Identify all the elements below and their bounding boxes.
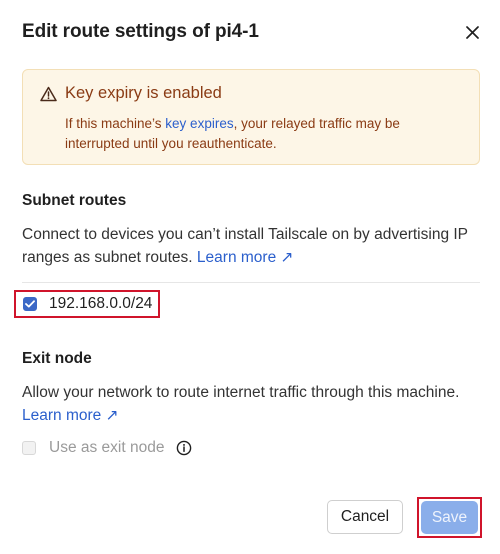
subnet-route-checkbox[interactable] (23, 297, 37, 311)
subnet-route-label: 192.168.0.0/24 (49, 295, 153, 312)
subnet-routes-title: Subnet routes (22, 192, 127, 209)
subnet-learn-more-link[interactable]: Learn more ↗ (197, 249, 294, 266)
warning-text-before: If this machine’s (65, 116, 166, 131)
warning-triangle-icon (40, 86, 57, 101)
exit-node-description: Allow your network to route internet tra… (22, 381, 482, 427)
subnet-routes-description: Connect to devices you can’t install Tai… (22, 223, 482, 269)
close-icon (465, 25, 479, 39)
exit-node-title: Exit node (22, 350, 92, 367)
close-button[interactable] (460, 20, 484, 44)
warning-message: If this machine’s key expires, your rela… (65, 114, 465, 154)
warning-title: Key expiry is enabled (65, 84, 222, 102)
exit-node-description-text: Allow your network to route internet tra… (22, 384, 460, 401)
warning-header: Key expiry is enabled (40, 84, 222, 103)
exit-node-checkbox-label: Use as exit node (49, 439, 165, 456)
checkmark-icon (25, 300, 35, 308)
save-button[interactable]: Save (421, 501, 478, 534)
key-expiry-warning: Key expiry is enabled If this machine’s … (22, 69, 480, 165)
key-expires-link[interactable]: key expires (165, 116, 233, 131)
dialog-header: Edit route settings of pi4-1 (22, 18, 479, 46)
exit-node-option[interactable]: Use as exit node (22, 439, 192, 457)
dialog-title: Edit route settings of pi4-1 (22, 21, 259, 42)
subnet-route-item[interactable]: 192.168.0.0/24 (14, 290, 160, 318)
cancel-button[interactable]: Cancel (327, 500, 403, 534)
exit-node-learn-more-link[interactable]: Learn more ↗ (22, 407, 119, 424)
info-icon[interactable] (176, 440, 192, 456)
route-settings-dialog: Edit route settings of pi4-1 Key expiry … (0, 0, 500, 554)
section-divider (22, 282, 480, 283)
exit-node-checkbox[interactable] (22, 441, 36, 455)
